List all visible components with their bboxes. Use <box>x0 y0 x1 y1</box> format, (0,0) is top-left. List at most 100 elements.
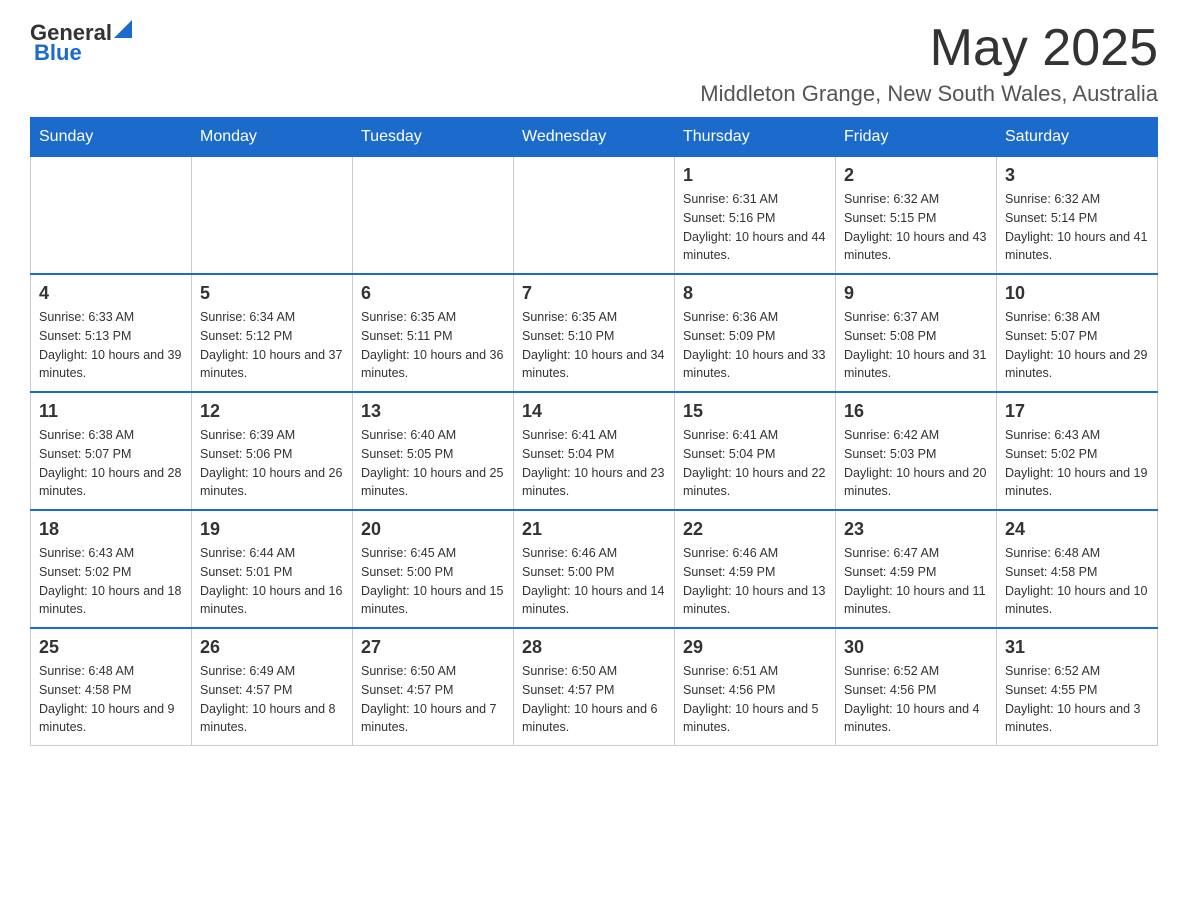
day-number: 30 <box>844 637 988 658</box>
day-info-text: Daylight: 10 hours and 6 minutes. <box>522 700 666 738</box>
day-info-text: Sunset: 5:11 PM <box>361 327 505 346</box>
day-info-text: Sunset: 5:04 PM <box>522 445 666 464</box>
calendar-day-cell: 17Sunrise: 6:43 AMSunset: 5:02 PMDayligh… <box>997 392 1158 510</box>
day-info-text: Daylight: 10 hours and 10 minutes. <box>1005 582 1149 620</box>
day-info-text: Sunset: 5:04 PM <box>683 445 827 464</box>
day-info-text: Sunrise: 6:44 AM <box>200 544 344 563</box>
day-info-text: Sunset: 5:14 PM <box>1005 209 1149 228</box>
calendar-week-row: 1Sunrise: 6:31 AMSunset: 5:16 PMDaylight… <box>31 157 1158 275</box>
logo-blue-text: Blue <box>34 40 82 66</box>
calendar-week-row: 25Sunrise: 6:48 AMSunset: 4:58 PMDayligh… <box>31 628 1158 746</box>
day-info-text: Daylight: 10 hours and 37 minutes. <box>200 346 344 384</box>
day-info-text: Sunset: 5:01 PM <box>200 563 344 582</box>
day-number: 28 <box>522 637 666 658</box>
day-number: 17 <box>1005 401 1149 422</box>
day-info-text: Daylight: 10 hours and 4 minutes. <box>844 700 988 738</box>
day-number: 9 <box>844 283 988 304</box>
day-number: 8 <box>683 283 827 304</box>
day-number: 11 <box>39 401 183 422</box>
day-info-text: Sunrise: 6:31 AM <box>683 190 827 209</box>
day-info-text: Sunrise: 6:33 AM <box>39 308 183 327</box>
day-info-text: Sunrise: 6:48 AM <box>1005 544 1149 563</box>
calendar-day-cell: 15Sunrise: 6:41 AMSunset: 5:04 PMDayligh… <box>675 392 836 510</box>
day-info-text: Sunrise: 6:48 AM <box>39 662 183 681</box>
location-title: Middleton Grange, New South Wales, Austr… <box>700 81 1158 107</box>
day-number: 4 <box>39 283 183 304</box>
day-info-text: Sunset: 4:58 PM <box>1005 563 1149 582</box>
day-info-text: Sunset: 5:03 PM <box>844 445 988 464</box>
calendar-day-cell: 13Sunrise: 6:40 AMSunset: 5:05 PMDayligh… <box>353 392 514 510</box>
day-info-text: Daylight: 10 hours and 13 minutes. <box>683 582 827 620</box>
day-info-text: Daylight: 10 hours and 26 minutes. <box>200 464 344 502</box>
calendar-day-cell <box>31 157 192 275</box>
calendar-day-cell: 12Sunrise: 6:39 AMSunset: 5:06 PMDayligh… <box>192 392 353 510</box>
calendar-day-header: Monday <box>192 118 353 157</box>
day-number: 22 <box>683 519 827 540</box>
day-info-text: Daylight: 10 hours and 39 minutes. <box>39 346 183 384</box>
calendar-day-cell: 18Sunrise: 6:43 AMSunset: 5:02 PMDayligh… <box>31 510 192 628</box>
day-number: 18 <box>39 519 183 540</box>
day-info-text: Daylight: 10 hours and 36 minutes. <box>361 346 505 384</box>
calendar-day-cell: 23Sunrise: 6:47 AMSunset: 4:59 PMDayligh… <box>836 510 997 628</box>
day-info-text: Sunset: 4:58 PM <box>39 681 183 700</box>
day-info-text: Daylight: 10 hours and 23 minutes. <box>522 464 666 502</box>
day-info-text: Sunrise: 6:40 AM <box>361 426 505 445</box>
day-info-text: Sunset: 5:02 PM <box>39 563 183 582</box>
calendar-day-cell: 26Sunrise: 6:49 AMSunset: 4:57 PMDayligh… <box>192 628 353 746</box>
calendar-day-cell: 5 Sunrise: 6:34 AMSunset: 5:12 PMDaylight… <box>192 274 353 392</box>
day-number: 1 <box>683 165 827 186</box>
day-info-text: Daylight: 10 hours and 7 minutes. <box>361 700 505 738</box>
day-info-text: Sunrise: 6:52 AM <box>1005 662 1149 681</box>
day-info-text: Sunrise: 6:45 AM <box>361 544 505 563</box>
calendar-day-cell: 24 Sunrise: 6:48 AMSunset: 4:58 PMDayligh… <box>997 510 1158 628</box>
day-info-text: Sunset: 5:12 PM <box>200 327 344 346</box>
day-info-text: Sunset: 5:02 PM <box>1005 445 1149 464</box>
page-header: General Blue May 2025 Middleton Grange, … <box>30 20 1158 107</box>
day-number: 13 <box>361 401 505 422</box>
calendar-day-cell: 20Sunrise: 6:45 AMSunset: 5:00 PMDayligh… <box>353 510 514 628</box>
day-info-text: Daylight: 10 hours and 41 minutes. <box>1005 228 1149 266</box>
day-number: 14 <box>522 401 666 422</box>
calendar-day-cell: 10Sunrise: 6:38 AMSunset: 5:07 PMDayligh… <box>997 274 1158 392</box>
day-info-text: Sunrise: 6:38 AM <box>1005 308 1149 327</box>
calendar-day-header: Wednesday <box>514 118 675 157</box>
day-info-text: Sunrise: 6:52 AM <box>844 662 988 681</box>
day-info-text: Daylight: 10 hours and 19 minutes. <box>1005 464 1149 502</box>
day-info-text: Sunset: 5:16 PM <box>683 209 827 228</box>
calendar-day-cell: 22Sunrise: 6:46 AMSunset: 4:59 PMDayligh… <box>675 510 836 628</box>
calendar-day-cell: 16Sunrise: 6:42 AMSunset: 5:03 PMDayligh… <box>836 392 997 510</box>
day-info-text: Daylight: 10 hours and 43 minutes. <box>844 228 988 266</box>
calendar-day-cell <box>514 157 675 275</box>
calendar-day-cell: 7Sunrise: 6:35 AMSunset: 5:10 PMDaylight… <box>514 274 675 392</box>
day-number: 27 <box>361 637 505 658</box>
day-number: 24 <box>1005 519 1149 540</box>
day-number: 23 <box>844 519 988 540</box>
day-info-text: Daylight: 10 hours and 31 minutes. <box>844 346 988 384</box>
day-number: 10 <box>1005 283 1149 304</box>
day-info-text: Sunrise: 6:37 AM <box>844 308 988 327</box>
day-info-text: Sunrise: 6:39 AM <box>200 426 344 445</box>
calendar-day-cell: 31 Sunrise: 6:52 AMSunset: 4:55 PMDayligh… <box>997 628 1158 746</box>
day-number: 15 <box>683 401 827 422</box>
day-info-text: Sunrise: 6:36 AM <box>683 308 827 327</box>
day-info-text: Sunrise: 6:34 AM <box>200 308 344 327</box>
day-info-text: Sunset: 4:55 PM <box>1005 681 1149 700</box>
day-info-text: Daylight: 10 hours and 44 minutes. <box>683 228 827 266</box>
day-info-text: Sunset: 4:56 PM <box>844 681 988 700</box>
day-info-text: Sunrise: 6:51 AM <box>683 662 827 681</box>
day-info-text: Sunrise: 6:47 AM <box>844 544 988 563</box>
day-number: 31 <box>1005 637 1149 658</box>
calendar-day-cell: 4Sunrise: 6:33 AMSunset: 5:13 PMDaylight… <box>31 274 192 392</box>
day-info-text: Sunrise: 6:32 AM <box>844 190 988 209</box>
calendar-day-cell: 1 Sunrise: 6:31 AMSunset: 5:16 PMDaylight… <box>675 157 836 275</box>
day-info-text: Daylight: 10 hours and 14 minutes. <box>522 582 666 620</box>
day-number: 5 <box>200 283 344 304</box>
day-info-text: Sunrise: 6:46 AM <box>522 544 666 563</box>
day-number: 29 <box>683 637 827 658</box>
day-info-text: Sunset: 5:00 PM <box>361 563 505 582</box>
day-number: 7 <box>522 283 666 304</box>
day-info-text: Sunrise: 6:38 AM <box>39 426 183 445</box>
day-number: 16 <box>844 401 988 422</box>
calendar-header-row: SundayMondayTuesdayWednesdayThursdayFrid… <box>31 118 1158 157</box>
day-info-text: Daylight: 10 hours and 3 minutes. <box>1005 700 1149 738</box>
